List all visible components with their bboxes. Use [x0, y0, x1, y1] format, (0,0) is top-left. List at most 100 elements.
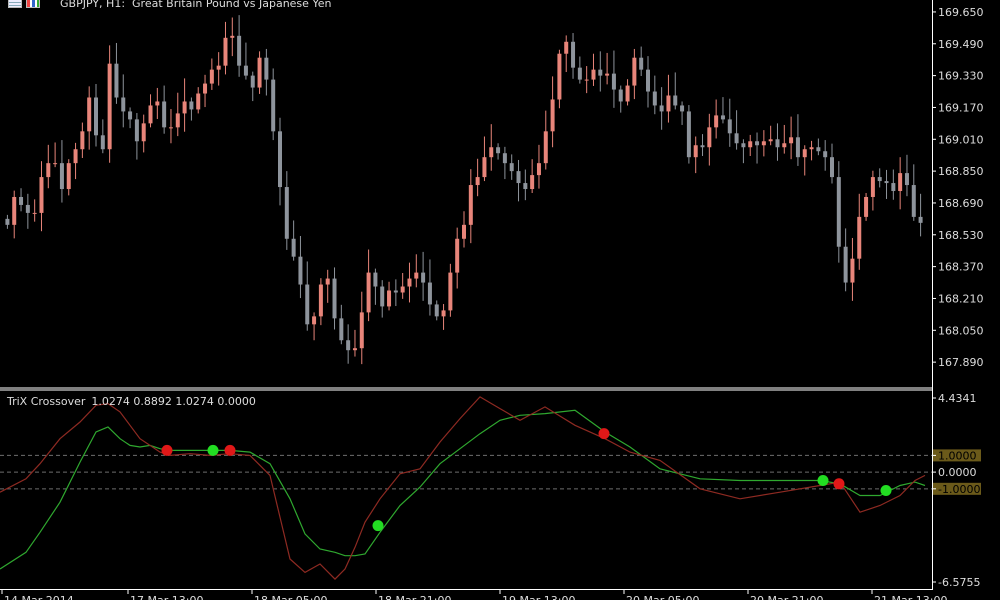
candle — [904, 154, 909, 197]
candle — [802, 145, 807, 176]
candle — [652, 75, 657, 115]
candle — [680, 101, 685, 125]
price-tick-label: 168.530 — [938, 229, 984, 242]
chart-grid-icon[interactable] — [8, 0, 22, 8]
candle — [584, 66, 589, 94]
candle — [673, 72, 678, 110]
candle — [550, 76, 555, 148]
candle — [400, 272, 405, 299]
candle — [352, 329, 357, 357]
candle — [823, 140, 828, 171]
candle — [128, 107, 133, 129]
time-tick-label: 20 Mar 05:00 — [626, 594, 699, 600]
candle — [891, 169, 896, 200]
candle — [659, 87, 664, 130]
candle — [448, 263, 453, 317]
price-tick-label: 168.690 — [938, 197, 984, 210]
candle — [203, 74, 208, 108]
candle — [755, 132, 760, 164]
candle — [421, 251, 426, 301]
indicator-title: TriX Crossover 1.0274 0.8892 1.0274 0.000… — [6, 395, 256, 408]
buy-signal-dot — [207, 444, 219, 456]
candle — [162, 85, 167, 134]
candle — [700, 134, 705, 156]
candle — [393, 279, 398, 307]
candle — [291, 220, 296, 261]
window-icons — [8, 0, 40, 8]
candlestick-series — [5, 15, 923, 365]
candle — [857, 193, 862, 270]
candle — [727, 98, 732, 147]
candle — [19, 188, 24, 212]
candle — [332, 267, 337, 330]
candle — [25, 193, 30, 229]
candle — [468, 169, 473, 244]
candle — [809, 140, 814, 161]
candle — [748, 134, 753, 156]
indicator-tick-label: 0.0000 — [938, 466, 977, 479]
candle — [250, 71, 255, 102]
candle — [686, 105, 691, 164]
time-tick-label: 14 Mar 2014 — [4, 594, 74, 600]
candle — [455, 227, 460, 289]
candle — [795, 114, 800, 166]
candle — [53, 142, 58, 168]
candle — [66, 159, 71, 196]
candle — [216, 52, 221, 86]
candle — [387, 281, 392, 311]
candle — [407, 262, 412, 303]
indicator-tick-label: -6.5755 — [938, 576, 980, 589]
candle — [489, 124, 494, 171]
candle — [775, 123, 780, 161]
candle — [100, 119, 105, 154]
price-tick-label: 168.370 — [938, 261, 984, 274]
price-tick-label: 167.890 — [938, 356, 984, 369]
candle — [911, 164, 916, 221]
price-tick-label: 169.650 — [938, 6, 984, 19]
candle — [359, 291, 364, 365]
candle — [141, 114, 146, 153]
indicator-panel — [0, 396, 932, 580]
candle — [114, 42, 119, 104]
price-axis: 169.650 169.490 169.330 169.170 169.010 168.8… — [932, 6, 984, 369]
candle — [264, 48, 269, 96]
candle — [121, 74, 126, 128]
candle — [80, 122, 85, 158]
candle — [39, 161, 44, 232]
candle — [530, 159, 535, 194]
candle — [523, 169, 528, 201]
candle — [94, 83, 98, 147]
candle — [12, 190, 17, 239]
price-tick-label: 168.050 — [938, 324, 984, 337]
candle — [707, 113, 712, 166]
candle — [741, 139, 746, 164]
candle — [693, 136, 698, 174]
candle — [591, 53, 596, 86]
candle — [278, 117, 282, 206]
candle — [380, 280, 385, 318]
candle — [666, 74, 671, 123]
candle — [32, 199, 37, 222]
buy-signal-dot — [372, 520, 384, 532]
buy-signal-dot — [880, 484, 892, 496]
candle — [516, 159, 521, 202]
price-tick-label: 169.170 — [938, 101, 984, 114]
indicator-tick-label: 1.0000 — [938, 449, 977, 462]
candle — [462, 211, 466, 248]
candle — [789, 116, 794, 160]
candle — [230, 17, 235, 57]
chart-bars-icon[interactable] — [26, 0, 40, 8]
time-tick-label: 18 Mar 21:00 — [378, 594, 451, 600]
trix-fast-line — [0, 409, 926, 570]
candle — [366, 249, 371, 322]
price-tick-label: 168.850 — [938, 165, 984, 178]
chart-canvas[interactable]: 169.650 169.490 169.330 169.170 169.010 168.8… — [0, 0, 1000, 600]
price-tick-label: 169.330 — [938, 70, 984, 83]
candle — [182, 78, 187, 132]
candle — [830, 143, 834, 184]
candle — [257, 51, 262, 94]
candle — [605, 52, 610, 85]
candle — [625, 79, 630, 106]
candle — [632, 48, 637, 100]
candle — [59, 140, 64, 203]
